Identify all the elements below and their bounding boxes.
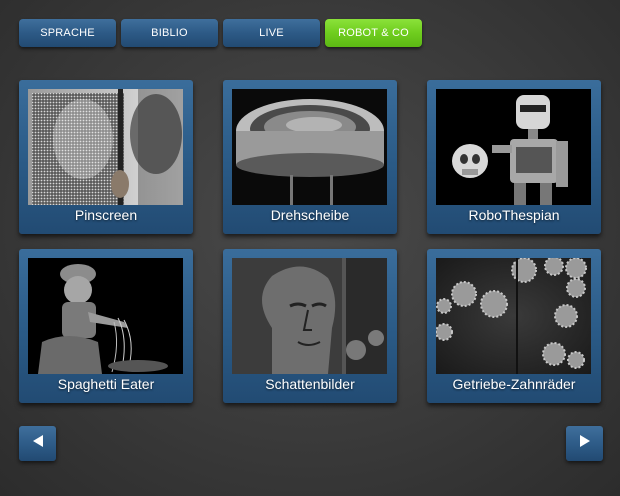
tile-label: Schattenbilder [265, 376, 355, 392]
tile-label: Spaghetti Eater [57, 376, 155, 392]
shadow-face-photo [232, 258, 387, 374]
tile-pinscreen[interactable]: Pinscreen [19, 80, 193, 234]
tile-drehscheibe[interactable]: Drehscheibe [223, 80, 397, 234]
tab-label: SPRACHE [40, 27, 95, 39]
tab-label: LIVE [259, 27, 284, 39]
tab-biblio[interactable]: BIBLIO [121, 19, 218, 47]
arrow-right-icon [578, 434, 592, 453]
turntable-photo [232, 89, 387, 205]
tile-getriebe-zahnraeder[interactable]: Getriebe-Zahnräder [427, 249, 601, 403]
tab-label: BIBLIO [151, 27, 188, 39]
tile-label: Pinscreen [74, 207, 138, 223]
arrow-left-icon [31, 434, 45, 453]
tile-label: RoboThespian [468, 207, 560, 223]
tab-live[interactable]: LIVE [223, 19, 320, 47]
tab-robot-co[interactable]: ROBOT & CO [325, 19, 422, 47]
tile-label: Getriebe-Zahnräder [452, 376, 576, 392]
gears-photo [436, 258, 591, 374]
tab-sprache[interactable]: SPRACHE [19, 19, 116, 47]
tile-robothespian[interactable]: RoboThespian [427, 80, 601, 234]
puppet-photo [28, 258, 183, 374]
tile-spaghetti-eater[interactable]: Spaghetti Eater [19, 249, 193, 403]
prev-page-button[interactable] [19, 426, 56, 461]
tile-schattenbilder[interactable]: Schattenbilder [223, 249, 397, 403]
next-page-button[interactable] [566, 426, 603, 461]
tab-label: ROBOT & CO [338, 27, 409, 39]
tile-label: Drehscheibe [270, 207, 350, 223]
pinscreen-photo [28, 89, 183, 205]
robot-photo [436, 89, 591, 205]
